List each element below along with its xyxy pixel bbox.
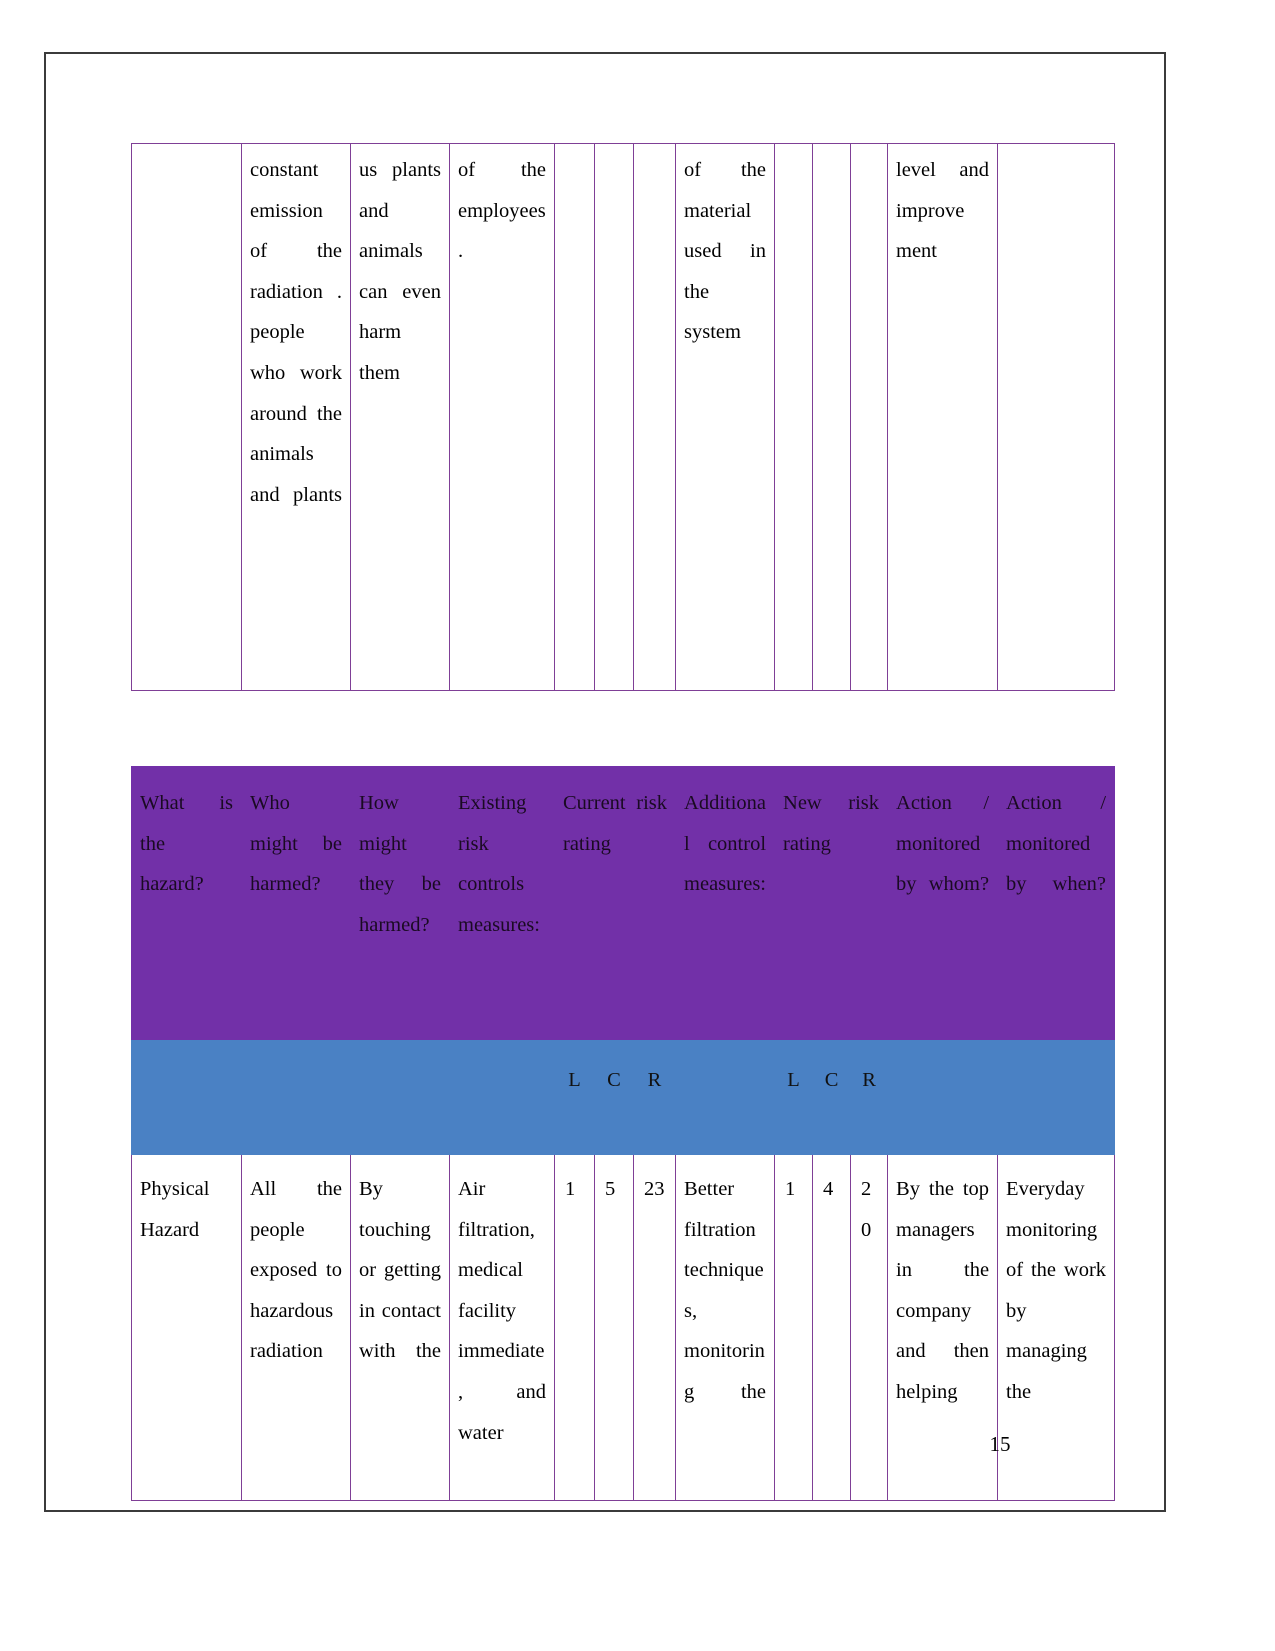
subheader-current-rating: R — [632, 1039, 677, 1155]
subheader-new-rating: R — [850, 1039, 889, 1155]
cell-action-whom-continued: level and improve ment — [887, 143, 998, 691]
cell-current-c-continued — [594, 143, 634, 691]
cell-existing-controls-continued: of the employees. — [449, 143, 555, 691]
subheader-new-likelihood: L — [774, 1039, 814, 1155]
header-new-risk-rating: New risk rating — [774, 766, 889, 1040]
cell-new-consequence: 4 — [812, 1154, 852, 1501]
cell-additional-controls-continued: of the material used in the system — [675, 143, 775, 691]
cell-hazard: Physical Hazard — [131, 1154, 242, 1501]
header-who-harmed: Who might be harmed? — [241, 766, 351, 1040]
header-how-harmed: How might they be harmed? — [350, 766, 450, 1040]
cell-current-likelihood: 1 — [554, 1154, 595, 1501]
cell-who-harmed: All the people exposed to hazardous radi… — [241, 1154, 351, 1501]
cell-who-harmed-continued: constant emission of the radiation . peo… — [241, 143, 351, 691]
cell-action-when-continued — [997, 143, 1115, 691]
header-current-risk-rating: Current risk rating — [553, 766, 677, 1040]
cell-current-l-continued — [554, 143, 595, 691]
table-header-row: What is the hazard? Who might be harmed?… — [131, 766, 1116, 1040]
cell-current-r-continued — [633, 143, 676, 691]
subheader-blank-hazard — [131, 1039, 242, 1155]
subheader-current-consequence: C — [594, 1039, 634, 1155]
cell-new-r-continued — [850, 143, 888, 691]
subheader-blank-how — [350, 1039, 450, 1155]
header-additional-controls: Additional control measures: — [675, 766, 776, 1040]
subheader-blank-when — [997, 1039, 1116, 1155]
header-hazard: What is the hazard? — [131, 766, 242, 1040]
cell-how-harmed: By touching or getting in contact with t… — [350, 1154, 450, 1501]
cell-additional-controls: Better filtration techniques, monitoring… — [675, 1154, 776, 1501]
cell-existing-controls: Air filtration, medical facility immedia… — [449, 1154, 555, 1501]
header-action-by-whom: Action / monitored by whom? — [887, 766, 999, 1040]
cell-how-harmed-continued: us plants and animals can even harm them — [350, 143, 450, 691]
subheader-current-likelihood: L — [554, 1039, 595, 1155]
cell-current-rating: 23 — [632, 1154, 677, 1501]
cell-new-rating: 20 — [850, 1154, 889, 1501]
cell-hazard-continued — [131, 143, 242, 691]
subheader-blank-existing — [449, 1039, 555, 1155]
header-action-by-when: Action / monitored by when? — [997, 766, 1116, 1040]
subheader-blank-who — [241, 1039, 351, 1155]
subheader-blank-whom — [887, 1039, 999, 1155]
risk-assessment-table: What is the hazard? Who might be harmed?… — [131, 766, 1116, 1501]
continued-risk-table: constant emission of the radiation . peo… — [131, 143, 1115, 691]
cell-new-l-continued — [774, 143, 813, 691]
page-number: 15 — [989, 1432, 1011, 1456]
cell-new-likelihood: 1 — [774, 1154, 814, 1501]
cell-new-c-continued — [812, 143, 851, 691]
header-existing-controls: Existing risk controls measures: — [449, 766, 555, 1040]
table-subheader-row: L C R L C R — [131, 1039, 1116, 1155]
table-row: constant emission of the radiation . peo… — [131, 143, 1115, 691]
cell-current-consequence: 5 — [594, 1154, 634, 1501]
subheader-blank-additional — [675, 1039, 776, 1155]
subheader-new-consequence: C — [812, 1039, 852, 1155]
